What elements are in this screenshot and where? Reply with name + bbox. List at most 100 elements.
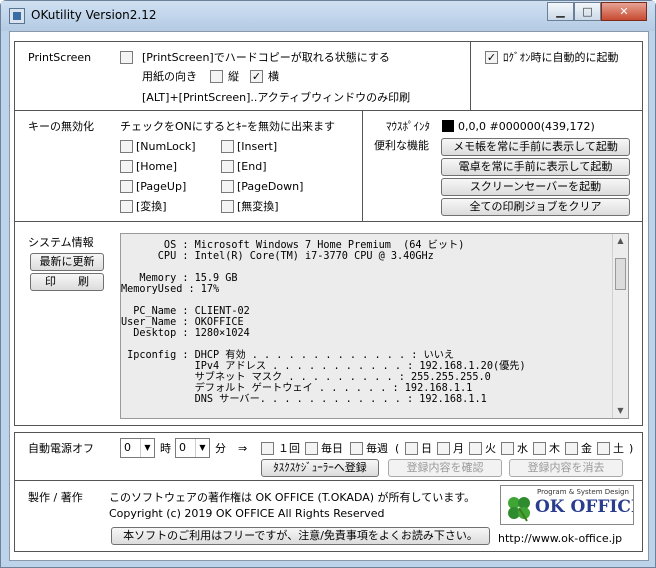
scroll-up-arrow-icon[interactable]: ▲ <box>613 234 628 248</box>
portrait-label: 縦 <box>228 70 239 83</box>
day-wed-label: 水 <box>517 442 528 455</box>
scroll-down-arrow-icon[interactable]: ▼ <box>613 404 628 418</box>
minute-select[interactable]: 0 ▼ <box>175 438 210 458</box>
pagedown-checkbox[interactable] <box>221 180 234 193</box>
system-info-line: Ipconfig : DHCP 有効 . . . . . . . . . . .… <box>121 350 455 361</box>
ok-office-logo[interactable]: Program & System Design OK OFFICE <box>500 485 634 525</box>
terms-notice-button[interactable]: 本ソフトのご利用はフリーですが、注意/免責事項をよくお読み下さい。 <box>111 527 490 545</box>
confirm-registration-button[interactable]: 登録内容を確認 <box>388 459 502 477</box>
key-disable-group: キーの無効化 チェックをONにするとｷｰを無効に出来ます [NumLock] [… <box>14 110 363 222</box>
tools-group: ﾏｳｽﾎﾟｲﾝﾀ 0,0,0 #000000(439,172) 便利な機能 メモ… <box>362 110 643 222</box>
copyright-label: 製作 / 著作 <box>28 491 83 504</box>
pagedown-label: [PageDown] <box>237 180 304 193</box>
day-mon-label: 月 <box>453 442 464 455</box>
scroll-thumb[interactable] <box>615 258 626 290</box>
auto-power-off-group: 自動電源オフ 0 ▼ 時 0 ▼ 分 ⇒ １回 毎日 毎週 ( 日 月 火 水 木 … <box>14 432 643 481</box>
system-info-line: Memory : 15.9 GB <box>121 273 238 284</box>
system-info-line: PC_Name : CLIENT-02 <box>121 306 250 317</box>
system-info-line: デフォルト ゲートウェイ . . . . . . : 192.168.1.1 <box>121 383 473 394</box>
daily-checkbox[interactable] <box>305 442 318 455</box>
day-fri-checkbox[interactable] <box>565 442 578 455</box>
system-info-line: MemoryUsed : 17% <box>121 284 220 295</box>
refresh-button[interactable]: 最新に更新 <box>30 253 104 271</box>
hardcopy-checkbox[interactable] <box>120 51 133 64</box>
day-tue-label: 火 <box>485 442 496 455</box>
app-window: OKutility Version2.12 ▁ □ ✕ PrintScreen … <box>0 0 656 568</box>
system-info-line: OS : Microsoft Windows 7 Home Premium (6… <box>121 240 465 251</box>
landscape-checkbox[interactable]: ✓ <box>250 70 263 83</box>
once-checkbox[interactable] <box>261 442 274 455</box>
insert-checkbox[interactable] <box>221 140 234 153</box>
system-info-scrollbar[interactable]: ▲ ▼ <box>612 234 628 418</box>
day-thu-label: 木 <box>549 442 560 455</box>
key-disable-label: キーの無効化 <box>28 120 94 133</box>
muhenkan-checkbox[interactable] <box>221 200 234 213</box>
alt-printscreen-label: [ALT]+[PrintScreen]..アクティブウィンドウのみ印刷 <box>142 91 411 104</box>
clover-icon <box>508 497 530 522</box>
maximize-button[interactable]: □ <box>574 2 601 21</box>
day-sat-checkbox[interactable] <box>597 442 610 455</box>
henkan-label: [変換] <box>136 200 167 213</box>
logon-startup-checkbox[interactable]: ✓ <box>485 51 498 64</box>
paren-open: ( <box>395 442 400 455</box>
window-title: OKutility Version2.12 <box>31 8 157 22</box>
home-label: [Home] <box>136 160 178 173</box>
hardcopy-label: [PrintScreen]でハードコピーが取れる状態にする <box>142 51 390 64</box>
screensaver-button[interactable]: スクリーンセーバーを起動 <box>441 178 630 196</box>
auto-power-off-label: 自動電源オフ <box>28 442 94 455</box>
end-checkbox[interactable] <box>221 160 234 173</box>
henkan-checkbox[interactable] <box>120 200 133 213</box>
app-icon <box>9 8 25 24</box>
title-bar[interactable]: OKutility Version2.12 ▁ □ ✕ <box>1 1 655 31</box>
hour-value: 0 <box>124 441 131 454</box>
minute-value: 0 <box>179 441 186 454</box>
system-info-textbox[interactable]: OS : Microsoft Windows 7 Home Premium (6… <box>120 233 629 419</box>
day-mon-checkbox[interactable] <box>437 442 450 455</box>
muhenkan-label: [無変換] <box>237 200 279 213</box>
system-info-line: Desktop : 1280×1024 <box>121 328 250 339</box>
printscreen-label: PrintScreen <box>28 51 92 64</box>
day-sun-label: 日 <box>421 442 432 455</box>
hour-select[interactable]: 0 ▼ <box>120 438 155 458</box>
minute-unit-label: 分 <box>215 442 226 455</box>
close-button[interactable]: ✕ <box>601 2 647 21</box>
system-info-line: サブネット マスク . . . . . . . . . : 255.255.25… <box>121 372 491 383</box>
end-label: [End] <box>237 160 267 173</box>
task-scheduler-button[interactable]: ﾀｽｸｽｹｼﾞｭｰﾗｰへ登録 <box>261 459 379 477</box>
clear-print-jobs-button[interactable]: 全ての印刷ジョブをクリア <box>441 198 630 216</box>
daily-label: 毎日 <box>321 442 343 455</box>
day-sun-checkbox[interactable] <box>405 442 418 455</box>
logon-group: ✓ ﾛｸﾞｵﾝ時に自動的に起動 <box>470 41 643 111</box>
logo-text: OK OFFICE <box>535 497 634 517</box>
chevron-down-icon: ▼ <box>195 439 209 457</box>
notepad-topmost-button[interactable]: メモ帳を常に手前に表示して起動 <box>441 138 630 156</box>
day-thu-checkbox[interactable] <box>533 442 546 455</box>
weekly-checkbox[interactable] <box>350 442 363 455</box>
chevron-down-icon: ▼ <box>140 439 154 457</box>
home-checkbox[interactable] <box>120 160 133 173</box>
once-label: １回 <box>278 442 300 455</box>
mouse-pointer-label: ﾏｳｽﾎﾟｲﾝﾀ <box>386 120 430 133</box>
website-url-link[interactable]: http://www.ok-office.jp <box>498 532 622 545</box>
copyright-notice-text: Copyright (c) 2019 OK OFFICE All Rights … <box>109 507 385 520</box>
printscreen-group: PrintScreen [PrintScreen]でハードコピーが取れる状態にす… <box>14 41 471 111</box>
logo-tagline: Program & System Design <box>537 488 629 496</box>
numlock-checkbox[interactable] <box>120 140 133 153</box>
arrow-icon: ⇒ <box>238 442 248 455</box>
pageup-checkbox[interactable] <box>120 180 133 193</box>
minimize-button[interactable]: ▁ <box>547 2 574 21</box>
portrait-checkbox[interactable] <box>210 70 223 83</box>
weekly-label: 毎週 <box>366 442 388 455</box>
day-tue-checkbox[interactable] <box>469 442 482 455</box>
system-info-line: IPv4 アドレス . . . . . . . . . . . : 192.16… <box>121 361 526 372</box>
calculator-topmost-button[interactable]: 電卓を常に手前に表示して起動 <box>441 158 630 176</box>
tools-label: 便利な機能 <box>374 139 429 152</box>
day-wed-checkbox[interactable] <box>501 442 514 455</box>
system-info-line: CPU : Intel(R) Core(TM) i7-3770 CPU @ 3.… <box>121 251 434 262</box>
system-info-label: システム情報 <box>28 236 94 249</box>
system-info-line: DNS サーバー. . . . . . . . . . . . : 192.16… <box>121 394 487 405</box>
pageup-label: [PageUp] <box>136 180 187 193</box>
print-info-button[interactable]: 印 刷 <box>30 273 104 291</box>
delete-registration-button[interactable]: 登録内容を消去 <box>509 459 623 477</box>
main-panel: PrintScreen [PrintScreen]でハードコピーが取れる状態にす… <box>9 31 649 561</box>
